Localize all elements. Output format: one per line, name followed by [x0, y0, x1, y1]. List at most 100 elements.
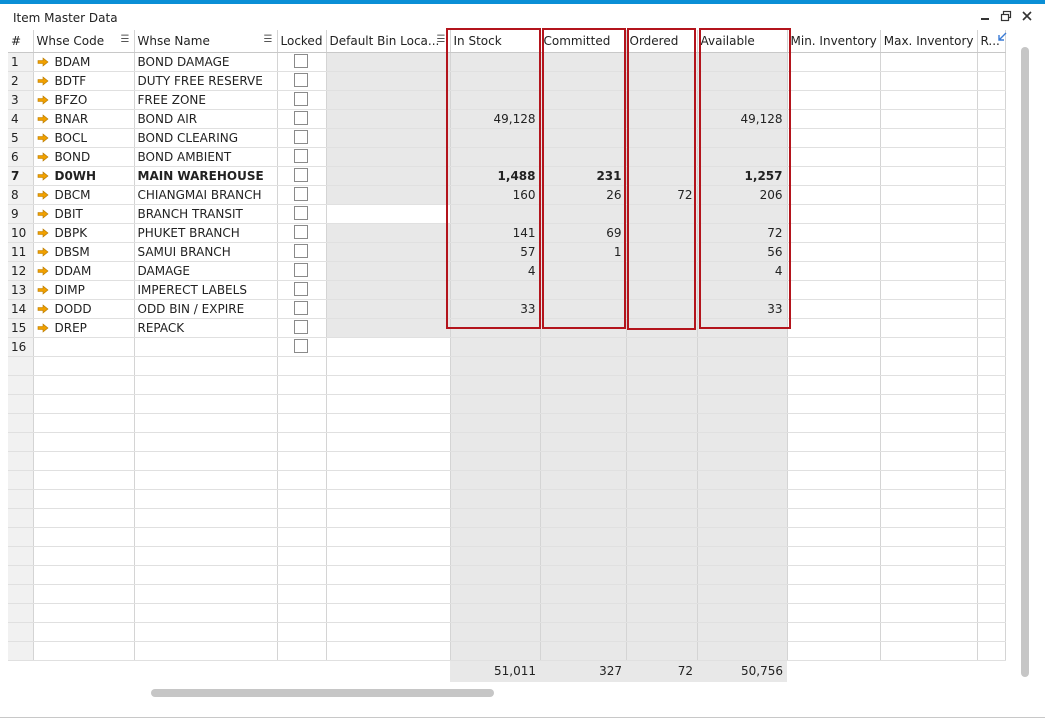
whse-code-cell[interactable]: BDAM	[33, 52, 135, 72]
r-cell[interactable]	[977, 52, 1006, 72]
r-cell[interactable]	[977, 128, 1006, 148]
whse-code-cell[interactable]: DBIT	[33, 204, 135, 224]
col-header-min-inventory[interactable]: Min. Inventory	[787, 30, 881, 53]
table-row[interactable]: 16	[8, 337, 1006, 357]
min-inventory-cell[interactable]	[787, 318, 881, 338]
table-row[interactable]: 3 BFZO FREE ZONE	[8, 90, 1006, 110]
col-header-locked[interactable]: Locked	[277, 30, 327, 53]
min-inventory-cell[interactable]	[787, 147, 881, 167]
row-number[interactable]: 13	[8, 280, 34, 300]
default-bin-cell[interactable]	[326, 128, 451, 148]
col-header-max-inventory[interactable]: Max. Inventory	[880, 30, 978, 53]
r-cell[interactable]	[977, 280, 1006, 300]
default-bin-cell[interactable]	[326, 223, 451, 243]
link-arrow-icon[interactable]	[37, 56, 49, 67]
locked-cell[interactable]	[277, 242, 327, 262]
max-inventory-cell[interactable]	[880, 109, 978, 129]
minimize-icon[interactable]	[977, 10, 993, 26]
locked-cell[interactable]	[277, 337, 327, 357]
min-inventory-cell[interactable]	[787, 109, 881, 129]
whse-code-cell[interactable]: BFZO	[33, 90, 135, 110]
r-cell[interactable]	[977, 261, 1006, 281]
locked-cell[interactable]	[277, 109, 327, 129]
locked-cell[interactable]	[277, 147, 327, 167]
r-cell[interactable]	[977, 299, 1006, 319]
whse-code-cell[interactable]: DBCM	[33, 185, 135, 205]
r-cell[interactable]	[977, 71, 1006, 91]
link-arrow-icon[interactable]	[37, 170, 49, 181]
table-row[interactable]: 8 DBCM CHIANGMAI BRANCH 160 26 72 206	[8, 185, 1006, 205]
table-row[interactable]: 11 DBSM SAMUI BRANCH 57 1 56	[8, 242, 1006, 262]
link-arrow-icon[interactable]	[37, 151, 49, 162]
locked-checkbox[interactable]	[293, 320, 308, 334]
link-arrow-icon[interactable]	[37, 113, 49, 124]
r-cell[interactable]	[977, 109, 1006, 129]
min-inventory-cell[interactable]	[787, 280, 881, 300]
locked-cell[interactable]	[277, 261, 327, 281]
default-bin-cell[interactable]	[326, 242, 451, 262]
max-inventory-cell[interactable]	[880, 223, 978, 243]
locked-checkbox[interactable]	[293, 339, 308, 353]
locked-checkbox[interactable]	[293, 263, 308, 277]
locked-cell[interactable]	[277, 280, 327, 300]
col-header-in-stock[interactable]: In Stock	[450, 30, 541, 53]
min-inventory-cell[interactable]	[787, 299, 881, 319]
locked-cell[interactable]	[277, 71, 327, 91]
default-bin-cell[interactable]	[326, 90, 451, 110]
table-row[interactable]: 15 DREP REPACK	[8, 318, 1006, 338]
r-cell[interactable]	[977, 223, 1006, 243]
locked-cell[interactable]	[277, 299, 327, 319]
table-row[interactable]: 10 DBPK PHUKET BRANCH 141 69 72	[8, 223, 1006, 243]
row-number[interactable]: 7	[8, 166, 34, 186]
locked-checkbox[interactable]	[293, 225, 308, 239]
whse-name-cell[interactable]: BOND CLEARING	[134, 128, 278, 148]
max-inventory-cell[interactable]	[880, 318, 978, 338]
max-inventory-cell[interactable]	[880, 52, 978, 72]
min-inventory-cell[interactable]	[787, 223, 881, 243]
table-row[interactable]: 6 BOND BOND AMBIENT	[8, 147, 1006, 167]
vertical-scrollbar[interactable]	[1021, 47, 1029, 677]
locked-cell[interactable]	[277, 223, 327, 243]
row-number[interactable]: 14	[8, 299, 34, 319]
row-number[interactable]: 3	[8, 90, 34, 110]
whse-code-cell[interactable]	[33, 337, 135, 357]
max-inventory-cell[interactable]	[880, 71, 978, 91]
whse-name-cell[interactable]	[134, 337, 278, 357]
link-arrow-icon[interactable]	[37, 322, 49, 333]
whse-name-cell[interactable]: MAIN WAREHOUSE	[134, 166, 278, 186]
col-header-whse-name[interactable]: Whse Name ☰	[134, 30, 278, 53]
locked-cell[interactable]	[277, 90, 327, 110]
r-cell[interactable]	[977, 166, 1006, 186]
row-number[interactable]: 11	[8, 242, 34, 262]
col-header-available[interactable]: Available	[697, 30, 788, 53]
r-cell[interactable]	[977, 147, 1006, 167]
table-row[interactable]: 12 DDAM DAMAGE 4 4	[8, 261, 1006, 281]
max-inventory-cell[interactable]	[880, 128, 978, 148]
whse-code-cell[interactable]: BOND	[33, 147, 135, 167]
row-number[interactable]: 10	[8, 223, 34, 243]
whse-name-cell[interactable]: DAMAGE	[134, 261, 278, 281]
whse-name-cell[interactable]: CHIANGMAI BRANCH	[134, 185, 278, 205]
locked-checkbox[interactable]	[293, 187, 308, 201]
link-arrow-icon[interactable]	[37, 94, 49, 105]
locked-checkbox[interactable]	[293, 73, 308, 87]
locked-checkbox[interactable]	[293, 206, 308, 220]
max-inventory-cell[interactable]	[880, 242, 978, 262]
column-menu-icon[interactable]: ☰	[121, 34, 130, 45]
column-menu-icon[interactable]: ☰	[437, 34, 446, 45]
whse-code-cell[interactable]: DBSM	[33, 242, 135, 262]
default-bin-cell[interactable]	[326, 166, 451, 186]
locked-cell[interactable]	[277, 185, 327, 205]
locked-checkbox[interactable]	[293, 111, 308, 125]
locked-checkbox[interactable]	[293, 244, 308, 258]
whse-code-cell[interactable]: DREP	[33, 318, 135, 338]
restore-icon[interactable]	[998, 10, 1014, 26]
whse-code-cell[interactable]: DODD	[33, 299, 135, 319]
whse-code-cell[interactable]: BDTF	[33, 71, 135, 91]
link-arrow-icon[interactable]	[37, 303, 49, 314]
max-inventory-cell[interactable]	[880, 147, 978, 167]
row-number[interactable]: 16	[8, 337, 34, 357]
row-number[interactable]: 9	[8, 204, 34, 224]
min-inventory-cell[interactable]	[787, 128, 881, 148]
locked-checkbox[interactable]	[293, 168, 308, 182]
